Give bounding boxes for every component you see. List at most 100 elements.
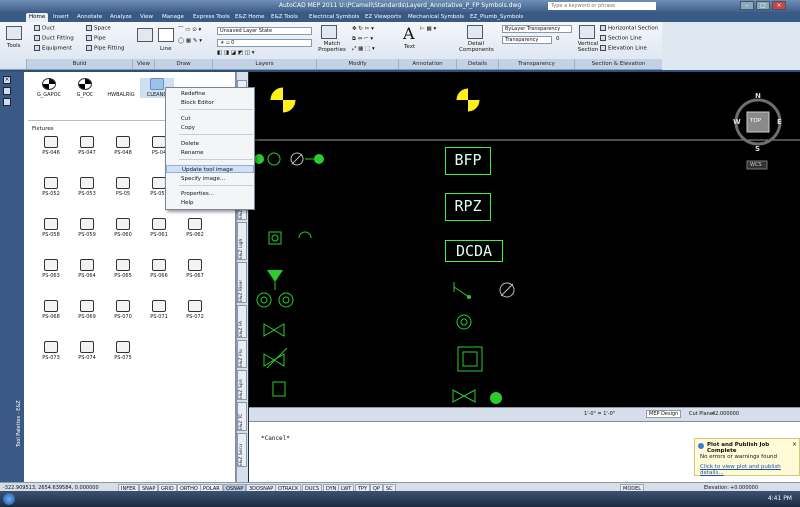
tool-ps-053[interactable]: PS-053 <box>70 177 104 197</box>
tab-electrical-symbols[interactable]: Electrical Symbols <box>306 13 362 22</box>
tool-ps-063[interactable]: PS-063 <box>34 259 68 279</box>
tool-g-gapoc[interactable]: G_GAPOC <box>32 78 66 98</box>
menu-help[interactable]: Help <box>166 199 254 207</box>
menu-block-editor[interactable]: Block Editor <box>166 99 254 107</box>
menu-copy[interactable]: Copy <box>166 124 254 132</box>
palette-tab-4[interactable]: E&Z FA <box>237 305 247 338</box>
tool-ps-072[interactable]: PS-072 <box>178 300 212 320</box>
palette-tab-8[interactable]: E&Z Secu <box>237 433 247 467</box>
detail-components-label[interactable]: Detail Components <box>459 41 494 53</box>
tool-ps-052[interactable]: PS-052 <box>34 177 68 197</box>
tab-insert[interactable]: Insert <box>50 13 72 22</box>
tool-ps-061[interactable]: PS-061 <box>142 218 176 238</box>
tool-ps-060[interactable]: PS-060 <box>106 218 140 238</box>
equipment-button[interactable]: Equipment <box>34 45 72 53</box>
vertical-section-label[interactable]: Vertical Section <box>576 41 600 53</box>
tool-ps-068[interactable]: PS-068 <box>34 300 68 320</box>
horizontal-section-button[interactable]: Horizontal Section <box>600 25 658 33</box>
tool-ps-047[interactable]: PS-047 <box>70 136 104 156</box>
menu-rename[interactable]: Rename <box>166 149 254 157</box>
tool-ps-075[interactable]: PS-075 <box>106 341 140 361</box>
draw-tools[interactable]: ⌒ ▭ ⊙ ▾ <box>178 27 201 34</box>
tool-ps-066[interactable]: PS-066 <box>142 259 176 279</box>
tab-ez-viewports[interactable]: EZ Viewports <box>362 13 404 22</box>
tools-label[interactable]: Tools <box>7 43 21 50</box>
tool-ps-059[interactable]: PS-059 <box>70 218 104 238</box>
tool-ps-05[interactable]: PS-05 <box>106 177 140 197</box>
viewcube-top-label[interactable]: TOP <box>750 118 761 124</box>
tool-ps-069[interactable]: PS-069 <box>70 300 104 320</box>
palette-tab-5[interactable]: E&Z Plu <box>237 340 247 368</box>
text-label[interactable]: Text <box>404 44 415 51</box>
palette-tab-6[interactable]: E&Z Spri <box>237 370 247 400</box>
notification-balloon[interactable]: Plot and Publish Job Complete × No error… <box>694 438 800 476</box>
tool-ps-070[interactable]: PS-070 <box>106 300 140 320</box>
notification-link[interactable]: Click to view plot and publish details..… <box>700 464 799 476</box>
match-properties-icon[interactable] <box>321 25 337 39</box>
tool-g-poc[interactable]: G_POC <box>68 78 102 98</box>
tab-home[interactable]: Home <box>26 13 49 22</box>
tool-ps-058[interactable]: PS-058 <box>34 218 68 238</box>
modify-tools-1[interactable]: ✥ ↻ ✂ ▾ <box>352 26 374 33</box>
tab-ez-plumb-symbols[interactable]: EZ_Plumb_Symbols <box>467 13 526 22</box>
elevation-line-button[interactable]: Elevation Line <box>600 45 647 53</box>
section-line-button[interactable]: Section Line <box>600 35 642 43</box>
tab-annotate[interactable]: Annotate <box>74 13 105 22</box>
palette-tab-2[interactable]: E&Z Ligh <box>237 222 247 260</box>
start-button[interactable] <box>3 493 15 505</box>
properties-icon[interactable] <box>3 98 11 106</box>
drawing-canvas[interactable]: TOP N S W E WCS BFP RPZ DCDA <box>249 72 800 407</box>
duct-fitting-button[interactable]: Duct Fitting <box>34 35 74 43</box>
menu-redefine[interactable]: Redefine <box>166 90 254 98</box>
tab-view[interactable]: View <box>137 13 156 22</box>
scale-select[interactable]: 1'-0" = 1'-0" <box>584 411 615 417</box>
tool-ps-073[interactable]: PS-073 <box>34 341 68 361</box>
menu-specify-image[interactable]: Specify image... <box>166 175 254 183</box>
layer-select[interactable]: ☀ ▫ 0 <box>217 39 312 47</box>
view-icon[interactable] <box>137 28 153 42</box>
tab-manage[interactable]: Manage <box>159 13 187 22</box>
palette-tab-7[interactable]: E&Z TC <box>237 402 247 431</box>
bylayer-transparency-select[interactable]: ByLayer Transparency <box>502 25 572 33</box>
tool-ps-065[interactable]: PS-065 <box>106 259 140 279</box>
minimize-button[interactable]: – <box>740 1 754 10</box>
space-button[interactable]: Space <box>86 25 111 33</box>
autohide-icon[interactable] <box>3 87 11 95</box>
line-label[interactable]: Line <box>160 46 171 53</box>
search-input[interactable]: Type a keyword or phrase <box>548 2 656 10</box>
wcs-label[interactable]: WCS <box>750 162 762 168</box>
viewcube-north[interactable]: N <box>755 92 761 100</box>
menu-update-tool-image[interactable]: Update tool image <box>166 165 254 173</box>
line-icon[interactable] <box>158 28 174 42</box>
layer-state-select[interactable]: Unsaved Layer State <box>217 27 312 35</box>
tool-hwbalrig[interactable]: HWBALRIG <box>104 78 138 98</box>
text-icon[interactable]: A <box>403 25 415 43</box>
display-config-select[interactable]: MEP Design <box>646 410 682 418</box>
tab-analyze[interactable]: Analyze <box>107 13 135 22</box>
tool-ps-067[interactable]: PS-067 <box>178 259 212 279</box>
duct-button[interactable]: Duct <box>34 25 55 33</box>
tool-ps-071[interactable]: PS-071 <box>142 300 176 320</box>
match-properties-label[interactable]: Match Properties <box>317 41 347 53</box>
cut-plane-value[interactable]: 42.000000 <box>712 411 739 417</box>
viewcube-west[interactable]: W <box>733 118 741 126</box>
viewcube-east[interactable]: E <box>777 118 782 126</box>
layer-tools[interactable]: ◧ ◨ ◪ ◩ ◫ ▾ <box>217 50 255 57</box>
pipe-button[interactable]: Pipe <box>86 35 106 43</box>
tab-mechanical-symbols[interactable]: Mechanical Symbols <box>405 13 467 22</box>
tab-ez-tools[interactable]: E&Z Tools <box>268 13 301 22</box>
maximize-button[interactable]: □ <box>756 1 770 10</box>
tool-ps-062[interactable]: PS-062 <box>178 218 212 238</box>
modify-tools-2[interactable]: ⧉ ⇔ ⌐ ▾ <box>352 36 373 43</box>
menu-properties[interactable]: Properties... <box>166 190 254 198</box>
transparency-value[interactable]: 0 <box>556 36 560 43</box>
tool-ps-074[interactable]: PS-074 <box>70 341 104 361</box>
viewcube-south[interactable]: S <box>755 145 760 153</box>
tools-icon[interactable] <box>6 26 22 40</box>
tool-ps-048[interactable]: PS-048 <box>106 136 140 156</box>
menu-cut[interactable]: Cut <box>166 115 254 123</box>
tool-ps-064[interactable]: PS-064 <box>70 259 104 279</box>
detail-components-icon[interactable] <box>467 25 483 39</box>
modify-tools-3[interactable]: ⤢ ▦ ⬚ ▾ <box>352 46 375 53</box>
menu-delete[interactable]: Delete <box>166 140 254 148</box>
